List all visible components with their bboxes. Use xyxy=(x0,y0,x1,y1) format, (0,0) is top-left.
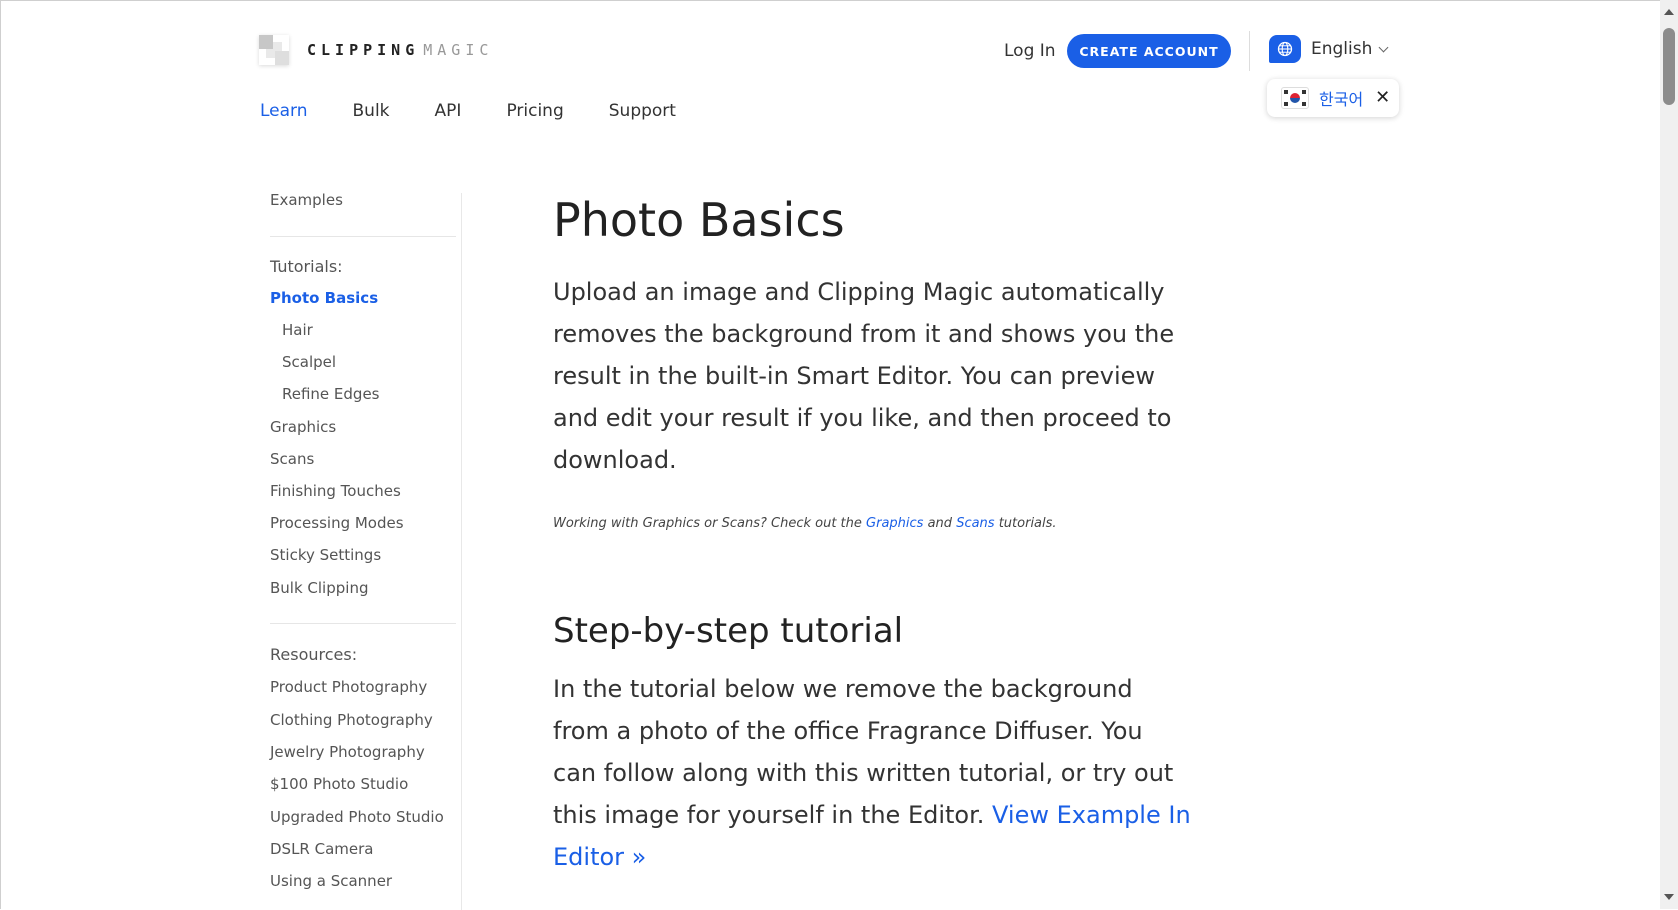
sidebar-item-sticky-settings[interactable]: Sticky Settings xyxy=(270,546,381,564)
sidebar-item-100-photo-studio[interactable]: $100 Photo Studio xyxy=(270,775,408,793)
sidebar-item-upgraded-photo-studio[interactable]: Upgraded Photo Studio xyxy=(270,808,444,826)
sidebar-item-product-photography[interactable]: Product Photography xyxy=(270,678,427,696)
note-mid: and xyxy=(923,516,957,531)
sidebar-item-scalpel[interactable]: Scalpel xyxy=(282,353,336,371)
main-nav: Learn Bulk API Pricing Support xyxy=(260,101,721,121)
nav-pricing[interactable]: Pricing xyxy=(506,101,563,121)
sidebar-item-using-a-scanner[interactable]: Using a Scanner xyxy=(270,872,392,890)
sidebar-item-graphics[interactable]: Graphics xyxy=(270,418,336,436)
login-link[interactable]: Log In xyxy=(1004,41,1056,61)
tutorials-heading: Tutorials: xyxy=(270,257,343,276)
nav-support[interactable]: Support xyxy=(609,101,676,121)
sidebar-item-dslr-camera[interactable]: DSLR Camera xyxy=(270,840,373,858)
logo[interactable]: CLIPPING MAGIC xyxy=(259,35,493,65)
language-suggestion-popup: 한국어 ✕ xyxy=(1267,79,1399,117)
sidebar-item-processing-modes[interactable]: Processing Modes xyxy=(270,514,404,532)
site-header: CLIPPING MAGIC Log In CREATE ACCOUNT Engl… xyxy=(1,1,1661,141)
note-prefix: Working with Graphics or Scans? Check ou… xyxy=(553,516,867,531)
tutorial-note: Working with Graphics or Scans? Check ou… xyxy=(553,516,1057,531)
sidebar-divider xyxy=(461,193,462,910)
sidebar-item-finishing-touches[interactable]: Finishing Touches xyxy=(270,482,401,500)
logo-text: CLIPPING MAGIC xyxy=(307,41,493,59)
sidebar-item-bulk-clipping[interactable]: Bulk Clipping xyxy=(270,579,368,597)
create-account-button[interactable]: CREATE ACCOUNT xyxy=(1067,34,1231,68)
sidebar-item-examples[interactable]: Examples xyxy=(270,191,343,209)
sidebar-item-refine-edges[interactable]: Refine Edges xyxy=(282,385,380,403)
header-divider xyxy=(1249,31,1250,71)
nav-api[interactable]: API xyxy=(435,101,462,121)
scroll-down-icon[interactable] xyxy=(1664,894,1674,900)
nav-learn[interactable]: Learn xyxy=(260,101,308,121)
sidebar-divider-line xyxy=(270,623,456,624)
chevron-down-icon xyxy=(1378,42,1389,52)
sidebar-divider-line xyxy=(270,236,456,237)
intro-paragraph: Upload an image and Clipping Magic autom… xyxy=(553,278,1175,474)
scans-link[interactable]: Scans xyxy=(956,516,994,531)
vertical-scrollbar[interactable] xyxy=(1660,0,1678,909)
scroll-up-icon[interactable] xyxy=(1664,9,1674,15)
nav-bulk[interactable]: Bulk xyxy=(353,101,390,121)
note-suffix: tutorials. xyxy=(994,516,1057,531)
page-title: Photo Basics xyxy=(553,193,845,247)
graphics-link[interactable]: Graphics xyxy=(866,516,923,531)
close-icon[interactable]: ✕ xyxy=(1375,89,1390,107)
sidebar-item-photo-basics[interactable]: Photo Basics xyxy=(270,289,378,307)
sidebar-item-clothing-photography[interactable]: Clothing Photography xyxy=(270,711,433,729)
logo-mark-icon xyxy=(259,35,289,65)
section-title: Step-by-step tutorial xyxy=(553,611,904,651)
sidebar-item-hair[interactable]: Hair xyxy=(282,321,313,339)
resources-heading: Resources: xyxy=(270,645,358,664)
sidebar-item-scans[interactable]: Scans xyxy=(270,450,314,468)
logo-name-strong: CLIPPING xyxy=(307,41,420,59)
language-label: English xyxy=(1311,39,1373,59)
sidebar-item-jewelry-photography[interactable]: Jewelry Photography xyxy=(270,743,425,761)
browser-viewport: CLIPPING MAGIC Log In CREATE ACCOUNT Engl… xyxy=(0,0,1661,910)
korean-language-link[interactable]: 한국어 xyxy=(1319,86,1363,110)
section-paragraph: In the tutorial below we remove the back… xyxy=(553,668,1193,878)
scrollbar-thumb[interactable] xyxy=(1663,28,1675,105)
globe-icon xyxy=(1269,35,1301,63)
korea-flag-icon xyxy=(1281,87,1309,109)
language-selector[interactable]: English xyxy=(1269,35,1389,63)
logo-name-light: MAGIC xyxy=(423,41,494,59)
